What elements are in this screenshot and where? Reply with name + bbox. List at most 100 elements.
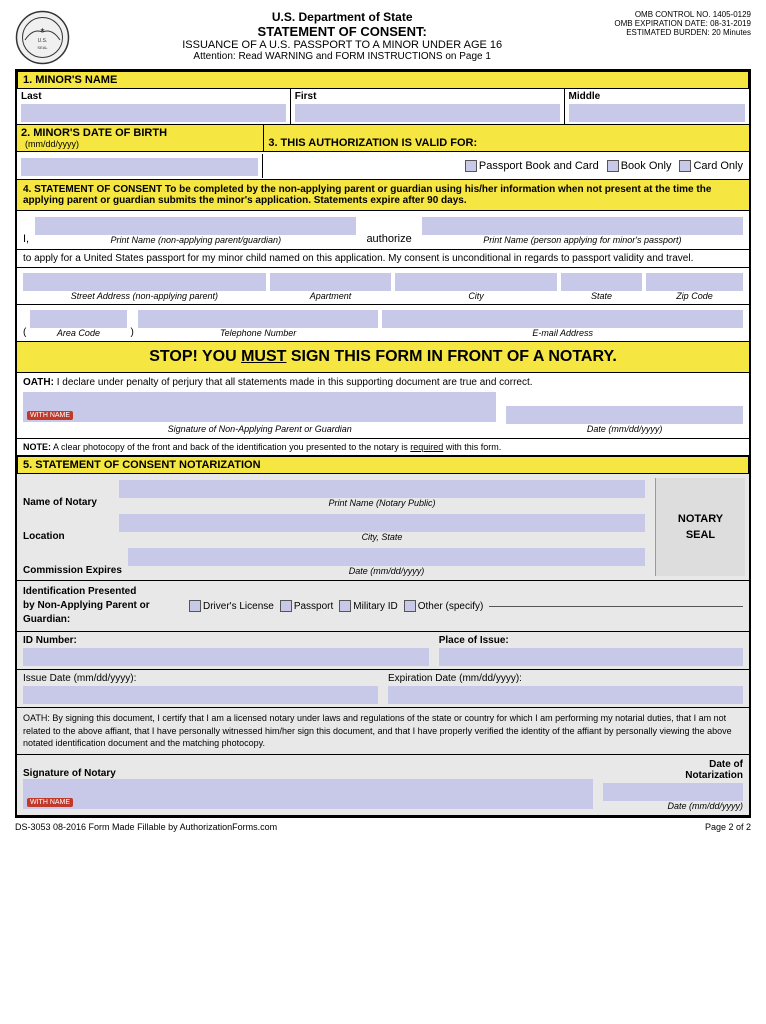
footer-form-info: DS-3053 08-2016 Form Made Fillable by Au…	[15, 822, 277, 832]
drivers-license-item: Driver's License	[189, 600, 274, 612]
exp-date-label: Expiration Date (mm/dd/yyyy):	[388, 673, 743, 684]
notarization-date-input[interactable]	[603, 783, 743, 801]
card-only-checkbox[interactable]	[679, 160, 691, 172]
telephone-input[interactable]	[138, 310, 378, 328]
s3-header-cell: 3. THIS AUTHORIZATION IS VALID FOR:	[264, 125, 749, 151]
location-row: Location City, State	[23, 512, 645, 542]
issue-date-label: Issue Date (mm/dd/yyyy):	[23, 673, 378, 684]
dob-input[interactable]	[21, 158, 258, 176]
i-text: I,	[23, 233, 29, 245]
page-header: ★ U.S. SEAL U.S. Department of State STA…	[15, 10, 751, 65]
date-of-notarization-label: Date ofNotarization	[685, 759, 743, 781]
apt-input[interactable]	[270, 273, 391, 291]
svg-text:U.S.: U.S.	[38, 38, 48, 44]
issue-date-input[interactable]	[23, 686, 378, 704]
svg-text:SEAL: SEAL	[37, 45, 48, 50]
other-specify-input[interactable]	[489, 606, 743, 607]
non-applying-name-input[interactable]	[35, 217, 356, 235]
commission-date-label: Date (mm/dd/yyyy)	[128, 566, 645, 576]
id-number-input[interactable]	[23, 648, 429, 666]
oath-bottom: OATH: By signing this document, I certif…	[17, 708, 749, 755]
exp-date-input[interactable]	[388, 686, 743, 704]
notary-sig-input[interactable]: WITH NAME	[23, 779, 593, 809]
stop-text: STOP! YOU MUST SIGN THIS FORM IN FRONT O…	[149, 348, 617, 365]
notary-section: Name of Notary Print Name (Notary Public…	[17, 474, 749, 816]
email-input[interactable]	[382, 310, 743, 328]
id-number-field: ID Number:	[23, 635, 429, 666]
commission-label: Commission Expires	[23, 565, 122, 576]
notary-name-input[interactable]	[119, 480, 645, 498]
note-label: NOTE:	[23, 442, 51, 452]
area-code-input[interactable]	[30, 310, 126, 328]
oath-content: I declare under penalty of perjury that …	[57, 377, 533, 388]
non-applying-name-block: Print Name (non-applying parent/guardian…	[35, 215, 356, 245]
zip-input[interactable]	[646, 273, 743, 291]
zip-label: Zip Code	[646, 291, 743, 301]
military-id-checkbox[interactable]	[339, 600, 351, 612]
apt-label: Apartment	[270, 291, 391, 301]
area-code-label: Area Code	[30, 328, 126, 338]
street-input[interactable]	[23, 273, 266, 291]
omb-line1: OMB CONTROL NO. 1405-0129	[614, 10, 751, 19]
sig-date-block: Date (mm/dd/yyyy)	[506, 404, 743, 434]
s4-header: 4. STATEMENT OF CONSENT To be completed …	[17, 180, 749, 211]
card-only-checkbox-item: Card Only	[679, 160, 743, 172]
first-label: First	[295, 91, 560, 102]
state-input[interactable]	[561, 273, 642, 291]
applying-name-input[interactable]	[422, 217, 743, 235]
place-issue-input[interactable]	[439, 648, 743, 666]
passport-item: Passport	[280, 600, 333, 612]
other-checkbox[interactable]	[404, 600, 416, 612]
book-card-checkbox[interactable]	[465, 160, 477, 172]
signature-row: WITH NAME Signature of Non-Applying Pare…	[23, 392, 743, 434]
middle-name-input[interactable]	[569, 104, 746, 122]
expiration-date-field: Expiration Date (mm/dd/yyyy):	[388, 673, 743, 704]
sig-notary-row: Signature of Notary WITH NAME Date ofNot…	[17, 755, 749, 816]
book-only-checkbox[interactable]	[607, 160, 619, 172]
notarization-date-format: Date (mm/dd/yyyy)	[667, 801, 743, 811]
passport-checkbox[interactable]	[280, 600, 292, 612]
city-input[interactable]	[395, 273, 557, 291]
city-label: City	[395, 291, 557, 301]
sig-block: WITH NAME Signature of Non-Applying Pare…	[23, 392, 496, 434]
drivers-license-checkbox[interactable]	[189, 600, 201, 612]
last-name-input[interactable]	[21, 104, 286, 122]
paren-open: (	[23, 327, 26, 338]
drivers-license-label: Driver's License	[203, 601, 274, 612]
notary-name-area: Name of Notary Print Name (Notary Public…	[17, 474, 651, 580]
place-issue-label: Place of Issue:	[439, 635, 743, 646]
book-only-label: Book Only	[621, 160, 672, 172]
sig-non-applying-input[interactable]: WITH NAME	[23, 392, 496, 422]
id-label: Identification Presentedby Non-Applying …	[23, 585, 183, 627]
street-field: Street Address (non-applying parent)	[23, 271, 266, 301]
stop-banner: STOP! YOU MUST SIGN THIS FORM IN FRONT O…	[17, 342, 749, 373]
notary-seal-text: NOTARYSEAL	[678, 511, 723, 544]
state-label: State	[561, 291, 642, 301]
sig-date-input[interactable]	[506, 406, 743, 424]
note-row: NOTE: A clear photocopy of the front and…	[17, 439, 749, 456]
notary-name-label: Name of Notary	[23, 497, 113, 508]
dob-cell	[17, 154, 263, 178]
auth-checkboxes-cell: Passport Book and Card Book Only Card On…	[263, 156, 749, 176]
s2-label: 2. MINOR'S DATE OF BIRTH	[21, 127, 259, 139]
phone-row: ( Area Code ) Telephone Number E-mail Ad…	[17, 305, 749, 342]
omb-line2: OMB EXPIRATION DATE: 08-31-2019	[614, 19, 751, 28]
name-row: Last First Middle	[17, 89, 749, 125]
dob-format: (mm/dd/yyyy)	[25, 139, 259, 149]
commission-field: Date (mm/dd/yyyy)	[128, 546, 645, 576]
zip-field: Zip Code	[646, 271, 743, 301]
form-title: STATEMENT OF CONSENT:	[70, 24, 614, 39]
other-item: Other (specify)	[404, 600, 484, 612]
dob-auth-row: Passport Book and Card Book Only Card On…	[17, 152, 749, 180]
s4-label: 4. STATEMENT OF CONSENT	[23, 184, 162, 195]
telephone-field: Telephone Number	[138, 308, 378, 338]
sig-date-label: Date (mm/dd/yyyy)	[506, 424, 743, 434]
location-input[interactable]	[119, 514, 645, 532]
id-checkbox-row: Identification Presentedby Non-Applying …	[17, 581, 749, 632]
s3-label: 3. THIS AUTHORIZATION IS VALID FOR:	[268, 137, 745, 149]
address-row: Street Address (non-applying parent) Apa…	[17, 268, 749, 305]
form-subtitle: ISSUANCE OF A U.S. PASSPORT TO A MINOR U…	[70, 39, 614, 51]
commission-input[interactable]	[128, 548, 645, 566]
first-name-input[interactable]	[295, 104, 560, 122]
notary-name-row: Name of Notary Print Name (Notary Public…	[23, 478, 645, 508]
